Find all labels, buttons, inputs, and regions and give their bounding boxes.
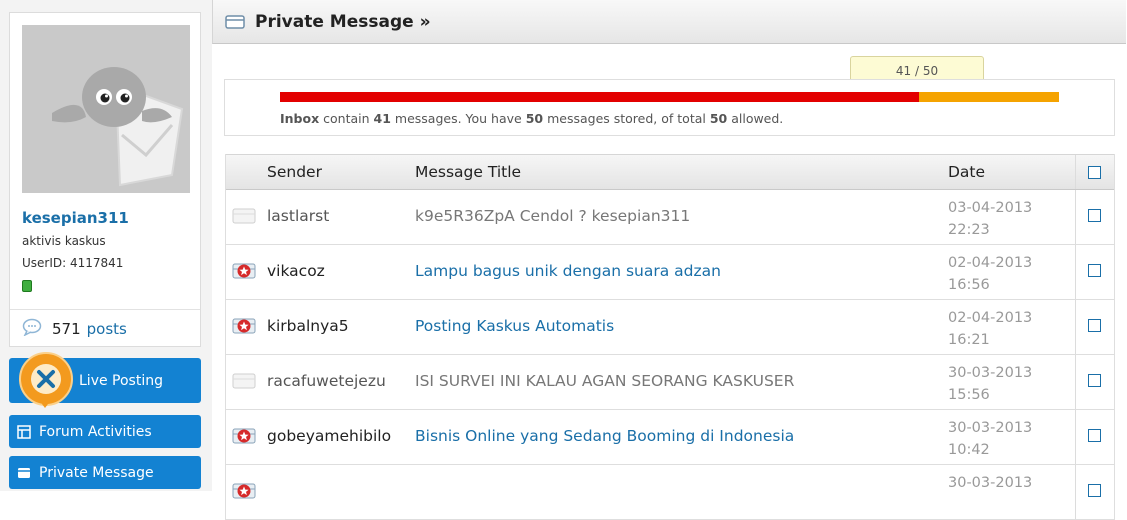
message-date-time: 22:23 [948,222,990,238]
page-title: Private Message » [255,11,431,32]
message-select-checkbox[interactable] [1088,264,1101,277]
table-row[interactable]: lastlarst k9e5R36ZpA Cendol ? kesepian311… [226,190,1114,245]
quota-progress-fill [280,92,919,102]
quota-text-4: allowed. [727,111,784,126]
quota-allowed-count: 50 [709,111,728,126]
message-title[interactable]: ISI SURVEI INI KALAU AGAN SEORANG KASKUS… [415,372,794,390]
message-sender[interactable]: racafuwetejezu [267,372,386,390]
quota-stored-count: 50 [525,111,544,126]
message-date-time: 10:42 [948,442,990,458]
unread-message-icon [232,483,256,503]
quota-panel: Inbox contain 41 messages. You have 50 m… [224,79,1115,136]
sidebar: kesepian311 aktivis kaskus UserID: 41178… [0,0,212,491]
message-sender[interactable]: vikacoz [267,262,325,280]
table-row[interactable]: racafuwetejezu ISI SURVEI INI KALAU AGAN … [226,355,1114,410]
message-title[interactable]: k9e5R36ZpA Cendol ? kesepian311 [415,207,690,225]
column-separator [1075,410,1076,464]
table-row[interactable]: 30-03-2013 [226,465,1114,520]
message-date: 03-04-2013 22:23 [948,197,1032,241]
read-message-icon [232,208,256,228]
message-sender[interactable]: gobeyamehibilo [267,427,391,445]
message-date: 02-04-2013 16:56 [948,252,1032,296]
column-separator [1075,465,1076,519]
message-date-time: 16:56 [948,277,990,293]
message-date-time: 16:21 [948,332,990,348]
column-separator [1075,245,1076,299]
message-date: 30-03-2013 10:42 [948,417,1032,461]
message-select-checkbox[interactable] [1088,429,1101,442]
forum-activities-icon [17,424,31,439]
message-rows: lastlarst k9e5R36ZpA Cendol ? kesepian311… [226,190,1114,520]
column-header-sender[interactable]: Sender [267,163,322,181]
page-header: Private Message » [212,0,1126,44]
profile-username[interactable]: kesepian311 [22,209,129,227]
read-message-icon [232,373,256,393]
live-posting-icon [19,352,73,406]
profile-card: kesepian311 aktivis kaskus UserID: 41178… [9,12,201,347]
column-separator [1075,190,1076,244]
message-date: 30-03-2013 15:56 [948,362,1032,406]
message-date-day: 03-04-2013 [948,200,1033,216]
live-badge-tail [39,400,51,408]
table-row[interactable]: vikacoz Lampu bagus unik dengan suara adz… [226,245,1114,300]
table-header: Sender Message Title Date [226,154,1114,190]
envelope-icon [17,467,31,479]
quota-folder: Inbox [280,111,320,126]
table-row[interactable]: gobeyamehibilo Bisnis Online yang Sedang … [226,410,1114,465]
online-status-indicator [22,280,32,292]
quota-text-3: messages stored, of total [543,111,710,126]
unread-message-icon [232,428,256,448]
message-date-day: 30-03-2013 [948,365,1033,381]
message-sender[interactable]: kirbalnya5 [267,317,349,335]
avatar[interactable] [22,25,190,193]
column-header-date[interactable]: Date [948,163,985,181]
main-content: Private Message » 41 / 50 Inbox contain … [212,0,1127,520]
message-sender[interactable]: lastlarst [267,207,329,225]
select-all-checkbox[interactable] [1088,166,1101,179]
message-select-checkbox[interactable] [1088,374,1101,387]
private-message-button[interactable]: Private Message [9,456,201,489]
message-date: 02-04-2013 16:21 [948,307,1032,351]
default-avatar-icon [22,25,190,193]
quota-text-2: messages. You have [390,111,526,126]
live-posting-label: Live Posting [79,372,163,389]
profile-user-id: UserID: 4117841 [22,256,124,270]
message-title[interactable]: Lampu bagus unik dengan suara adzan [415,262,721,280]
unread-message-icon [232,263,256,283]
message-date-time: 15:56 [948,387,990,403]
envelope-icon [225,14,245,29]
speech-bubble-icon [22,318,42,340]
column-separator [1075,300,1076,354]
column-separator [1075,155,1076,189]
divider [10,309,200,310]
post-count: 571 [52,320,81,338]
forum-activities-label: Forum Activities [39,423,152,440]
posts-link[interactable]: posts [87,320,127,338]
quota-text-1: contain [319,111,374,126]
column-separator [1075,355,1076,409]
quota-progress-bar [280,92,1059,102]
message-title[interactable]: Bisnis Online yang Sedang Booming di Ind… [415,427,794,445]
message-title[interactable]: Posting Kaskus Automatis [415,317,614,335]
message-date-day: 02-04-2013 [948,310,1033,326]
message-date-day: 30-03-2013 [948,420,1033,436]
message-date-day: 02-04-2013 [948,255,1033,271]
message-select-checkbox[interactable] [1088,319,1101,332]
forum-activities-button[interactable]: Forum Activities [9,415,201,448]
table-row[interactable]: kirbalnya5 Posting Kaskus Automatis 02-04-… [226,300,1114,355]
message-table: Sender Message Title Date lastlarst k9e5R… [225,154,1115,520]
quota-summary: Inbox contain 41 messages. You have 50 m… [280,111,783,126]
quota-inbox-count: 41 [373,111,391,126]
message-select-checkbox[interactable] [1088,209,1101,222]
live-posting-button[interactable]: Live Posting [9,352,201,408]
profile-user-title: aktivis kaskus [22,234,106,248]
post-count-row[interactable]: 571 posts [22,318,127,340]
unread-message-icon [232,318,256,338]
private-message-label: Private Message [39,464,154,481]
column-header-title[interactable]: Message Title [415,163,521,181]
